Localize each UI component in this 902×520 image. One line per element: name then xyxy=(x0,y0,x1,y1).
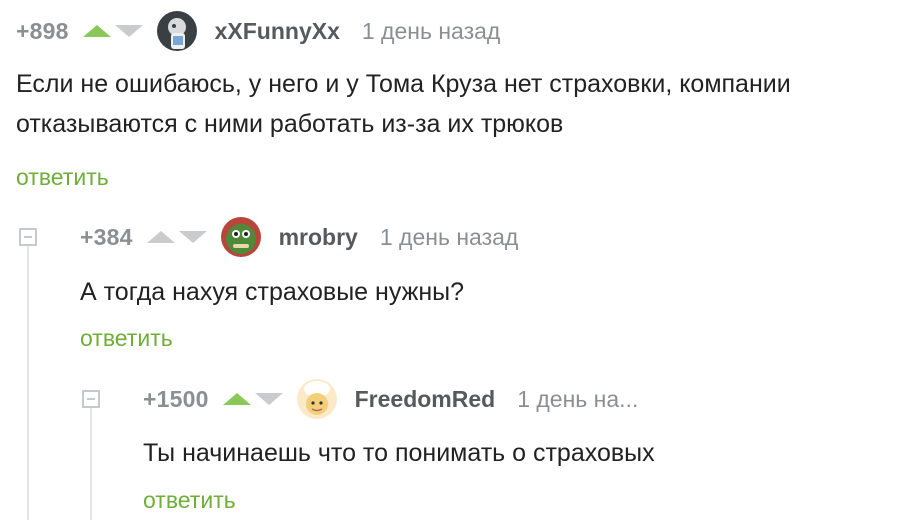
downvote-button[interactable] xyxy=(178,231,207,243)
reply-link[interactable]: ответить xyxy=(143,487,236,514)
comment-rating: +898 xyxy=(16,17,69,44)
comment-rating: +1500 xyxy=(143,385,209,412)
collapse-button[interactable] xyxy=(19,228,37,246)
comment-header: +1500 FreedomRed 1 день на... xyxy=(143,379,638,419)
dinosaur-avatar-icon[interactable] xyxy=(220,217,261,257)
thread-branch-line[interactable] xyxy=(27,246,29,520)
comment-date: 1 день на... xyxy=(517,385,639,412)
username-link[interactable]: xXFunnyXx xyxy=(215,18,340,45)
upvote-button[interactable] xyxy=(222,393,251,405)
reply-link[interactable]: ответить xyxy=(16,164,109,191)
comment-date: 1 день назад xyxy=(361,17,501,44)
upvote-button[interactable] xyxy=(82,25,111,37)
comment-rating: +384 xyxy=(80,223,133,250)
thread-branch-line[interactable] xyxy=(90,408,92,520)
comment-text: Если не ошибаюсь, у него и у Тома Круза … xyxy=(16,70,791,138)
comment-text: Ты начинаешь что то понимать о страховых xyxy=(143,439,655,467)
username-link[interactable]: FreedomRed xyxy=(355,386,496,413)
comment-header: +384 mrobry 1 день назад xyxy=(80,217,518,257)
comment-header: +898 xXFunnyXx 1 день назад xyxy=(16,11,500,51)
reply-link[interactable]: ответить xyxy=(80,325,173,352)
phone-guy-avatar-icon[interactable] xyxy=(156,11,197,51)
downvote-button[interactable] xyxy=(114,25,143,37)
upvote-button[interactable] xyxy=(146,231,175,243)
username-link[interactable]: mrobry xyxy=(279,224,358,251)
chef-avatar-icon[interactable] xyxy=(296,379,337,419)
downvote-button[interactable] xyxy=(254,393,283,405)
collapse-button[interactable] xyxy=(82,390,100,408)
comment-date: 1 день назад xyxy=(379,223,519,250)
comment-text: А тогда нахуя страховые нужны? xyxy=(80,278,465,306)
